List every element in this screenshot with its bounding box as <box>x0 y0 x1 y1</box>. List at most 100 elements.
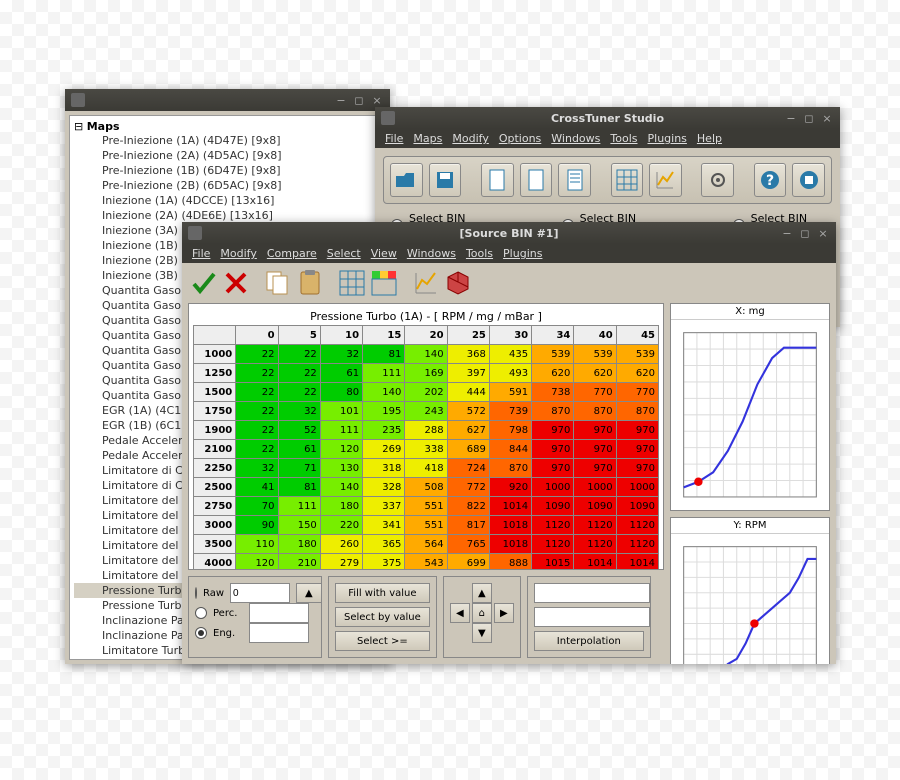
map-cell[interactable]: 444 <box>447 383 489 402</box>
map-cell[interactable]: 888 <box>489 554 531 571</box>
map-cell[interactable]: 71 <box>278 459 320 478</box>
map-cell[interactable]: 1000 <box>532 478 574 497</box>
map-cell[interactable]: 1120 <box>616 516 658 535</box>
grid-button[interactable] <box>611 163 644 197</box>
minimize-button[interactable]: − <box>334 93 348 107</box>
tree-root[interactable]: Maps <box>74 120 381 133</box>
tree-item[interactable]: Pre-Iniezione (1B) (6D47E) [9x8] <box>74 163 381 178</box>
accept-icon[interactable] <box>190 269 218 297</box>
map-cell[interactable]: 235 <box>363 421 405 440</box>
map-cell[interactable]: 970 <box>532 440 574 459</box>
map-cell[interactable]: 539 <box>532 345 574 364</box>
map-cell[interactable]: 493 <box>489 364 531 383</box>
map-cell[interactable]: 22 <box>236 345 278 364</box>
map-cell[interactable]: 81 <box>278 478 320 497</box>
map-cell[interactable]: 1120 <box>574 535 616 554</box>
close-button[interactable]: × <box>820 111 834 125</box>
map-cell[interactable]: 1018 <box>489 535 531 554</box>
map-cell[interactable]: 435 <box>489 345 531 364</box>
map-cell[interactable]: 627 <box>447 421 489 440</box>
maximize-button[interactable]: ◻ <box>352 93 366 107</box>
map-cell[interactable]: 508 <box>405 478 447 497</box>
arrow-left-button[interactable]: ◀ <box>450 603 470 623</box>
close-button[interactable]: × <box>816 226 830 240</box>
map-cell[interactable]: 1015 <box>532 554 574 571</box>
map-cell[interactable]: 32 <box>236 459 278 478</box>
doc2-button[interactable] <box>520 163 553 197</box>
map-table[interactable]: 0510152025303440451000222232811403684355… <box>193 325 659 570</box>
map-cell[interactable]: 202 <box>405 383 447 402</box>
map-cell[interactable]: 551 <box>405 497 447 516</box>
menu-item[interactable]: Modify <box>216 246 260 261</box>
map-cell[interactable]: 817 <box>447 516 489 535</box>
map-cell[interactable]: 772 <box>447 478 489 497</box>
map-cell[interactable]: 41 <box>236 478 278 497</box>
mode-radio[interactable]: Eng. <box>195 623 315 643</box>
map-cell[interactable]: 279 <box>320 554 362 571</box>
menu-item[interactable]: Modify <box>448 131 492 146</box>
map-cell[interactable]: 32 <box>278 402 320 421</box>
map-cell[interactable]: 1120 <box>532 535 574 554</box>
edit-button[interactable] <box>558 163 591 197</box>
grid-color-icon[interactable] <box>370 269 398 297</box>
tree-item[interactable]: Pre-Iniezione (1A) (4D47E) [9x8] <box>74 133 381 148</box>
studio-menubar[interactable]: FileMapsModifyOptionsWindowsToolsPlugins… <box>375 129 840 148</box>
source-menubar[interactable]: FileModifyCompareSelectViewWindowsToolsP… <box>182 244 836 263</box>
map-cell[interactable]: 120 <box>320 440 362 459</box>
map-cell[interactable]: 110 <box>236 535 278 554</box>
mode-radio[interactable]: Perc. <box>195 603 315 623</box>
chart-icon[interactable] <box>412 269 440 297</box>
map-cell[interactable]: 210 <box>278 554 320 571</box>
map-cell[interactable]: 61 <box>278 440 320 459</box>
tree-item[interactable]: Pre-Iniezione (2A) (4D5AC) [9x8] <box>74 148 381 163</box>
map-cell[interactable]: 724 <box>447 459 489 478</box>
map-cell[interactable]: 220 <box>320 516 362 535</box>
map-cell[interactable]: 543 <box>405 554 447 571</box>
map-cell[interactable]: 765 <box>447 535 489 554</box>
maximize-button[interactable]: ◻ <box>798 226 812 240</box>
map-cell[interactable]: 564 <box>405 535 447 554</box>
map-cell[interactable]: 22 <box>236 364 278 383</box>
map-cell[interactable]: 341 <box>363 516 405 535</box>
maps-titlebar[interactable]: − ◻ × <box>65 89 390 111</box>
menu-item[interactable]: Maps <box>409 131 446 146</box>
map-cell[interactable]: 870 <box>574 402 616 421</box>
arrow-up-button[interactable]: ▲ <box>472 583 492 603</box>
map-cell[interactable]: 1090 <box>532 497 574 516</box>
menu-item[interactable]: Windows <box>403 246 460 261</box>
map-cell[interactable]: 738 <box>532 383 574 402</box>
tree-item[interactable]: Pre-Iniezione (2B) (6D5AC) [9x8] <box>74 178 381 193</box>
map-cell[interactable]: 375 <box>363 554 405 571</box>
map-cell[interactable]: 739 <box>489 402 531 421</box>
menu-item[interactable]: Plugins <box>499 246 546 261</box>
menu-item[interactable]: Options <box>495 131 545 146</box>
map-cell[interactable]: 22 <box>236 383 278 402</box>
map-cell[interactable]: 551 <box>405 516 447 535</box>
raw-up-button[interactable]: ▲ <box>296 583 322 603</box>
map-cell[interactable]: 1014 <box>574 554 616 571</box>
map-cell[interactable]: 770 <box>616 383 658 402</box>
menu-item[interactable]: Tools <box>606 131 641 146</box>
grid-blue-icon[interactable] <box>338 269 366 297</box>
map-cell[interactable]: 1014 <box>616 554 658 571</box>
map-cell[interactable]: 101 <box>320 402 362 421</box>
map-cell[interactable]: 338 <box>405 440 447 459</box>
map-cell[interactable]: 70 <box>236 497 278 516</box>
minimize-button[interactable]: − <box>784 111 798 125</box>
map-cell[interactable]: 822 <box>447 497 489 516</box>
map-cell[interactable]: 111 <box>363 364 405 383</box>
tree-item[interactable]: Iniezione (1A) (4DCCE) [13x16] <box>74 193 381 208</box>
tree-item[interactable]: Iniezione (2A) (4DE6E) [13x16] <box>74 208 381 223</box>
map-cell[interactable]: 870 <box>616 402 658 421</box>
interp-input1[interactable] <box>534 583 650 603</box>
menu-item[interactable]: File <box>188 246 214 261</box>
reject-icon[interactable] <box>222 269 250 297</box>
map-cell[interactable]: 269 <box>363 440 405 459</box>
menu-item[interactable]: View <box>367 246 401 261</box>
map-cell[interactable]: 1000 <box>616 478 658 497</box>
map-cell[interactable]: 260 <box>320 535 362 554</box>
map-cell[interactable]: 418 <box>405 459 447 478</box>
menu-item[interactable]: File <box>381 131 407 146</box>
save-button[interactable] <box>429 163 462 197</box>
map-cell[interactable]: 140 <box>363 383 405 402</box>
